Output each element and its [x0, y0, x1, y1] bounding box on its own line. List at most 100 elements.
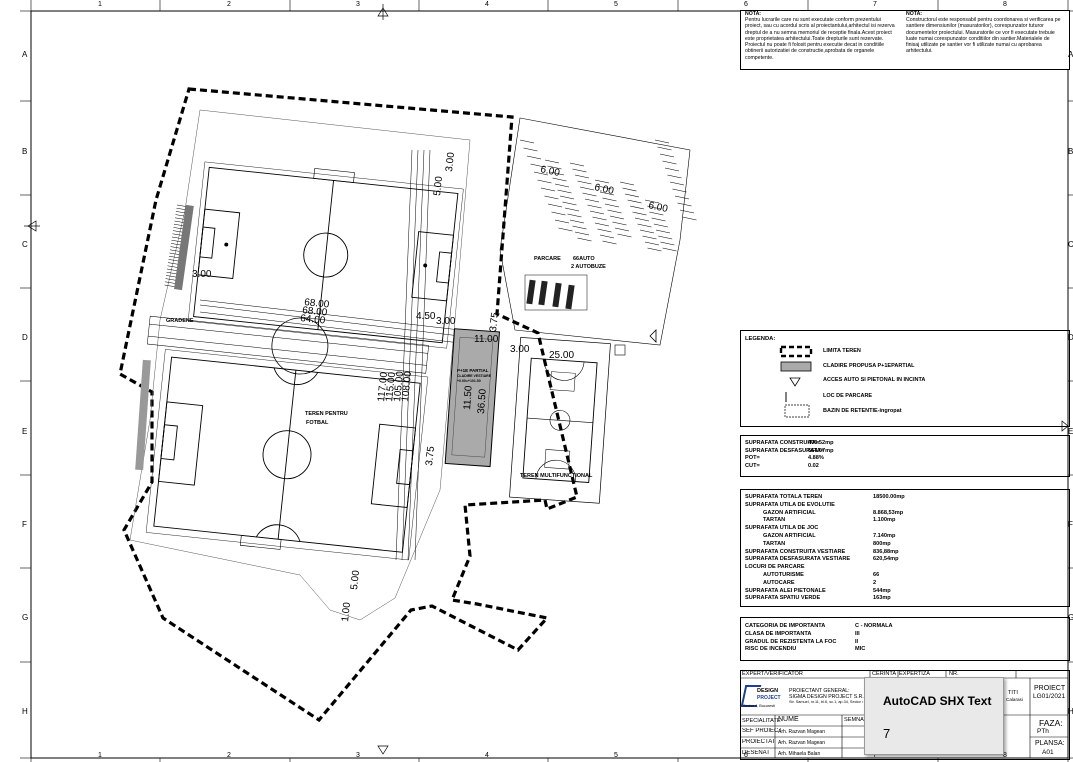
legend-item-bazin: BAZIN DE RETENTIE-ingropat: [823, 408, 902, 414]
dim-300-d: 3.00: [510, 344, 530, 355]
grid-column-label: 5: [614, 752, 618, 759]
label-gradene: GRADENE: [166, 318, 194, 324]
surface-label: SUPRAFATA DESFASURATA VESTIARE: [745, 556, 851, 563]
dim-1150: 11.50: [462, 385, 475, 410]
tb-specialitate: SPECIALITATE: [742, 718, 781, 724]
surface-label: GAZON ARTIFICIAL: [763, 509, 816, 516]
surface-label: SUPRAFATA TOTALA TEREN: [745, 494, 823, 500]
logo-sub: PROJECT: [757, 695, 781, 701]
grid-row-label: G: [1068, 613, 1073, 622]
tb-faza-label: FAZA:: [1039, 718, 1063, 728]
legend-item-parcare: LOC DE PARCARE: [823, 393, 873, 399]
grid-row-label: E: [22, 427, 28, 436]
grid-row-label: C: [1068, 240, 1073, 249]
grid-row-label: A: [22, 50, 28, 59]
tb-address: Str. Samuel, nr.11, bl.6, sc.1, ap.34, S…: [789, 700, 863, 704]
tb-plansa-label: PLANSA:: [1035, 740, 1065, 747]
label-cladire-1: P+1E PARTIAL: [457, 368, 489, 373]
grid-row-label: G: [22, 613, 29, 622]
grid-column-label: 2: [227, 1, 231, 8]
tb-desenat-name: Arh. Mihaela Balan: [778, 751, 821, 757]
grid-row-label: H: [1068, 707, 1073, 716]
surface-value: 836,88mp: [873, 548, 899, 555]
dim-3650: 36.50: [476, 388, 489, 414]
grid-column-label: 1: [98, 752, 102, 759]
tb-sef-proiect: SEF PROIECT: [742, 728, 783, 734]
indicator-label: CUT=: [745, 463, 760, 470]
classification-value: C - NORMALA: [855, 623, 893, 629]
tooltip-title: AutoCAD SHX Text: [883, 694, 992, 708]
grid-column-label: 8: [1003, 1, 1007, 8]
grid-column-label: 2: [227, 752, 231, 759]
tb-proiect-value: LG01/2021: [1033, 693, 1066, 700]
dim-10800: 108.00: [400, 370, 414, 402]
classification-value: MIC: [855, 646, 866, 653]
label-teren-fotbal-2: FOTBAL: [306, 420, 329, 426]
indicator-value: 4.88%: [808, 455, 824, 462]
dim-450: 4.50: [416, 311, 436, 322]
notes-right-text: Constructorul este responsabil pentru co…: [906, 17, 1061, 55]
classification-label: RISC DE INCENDIU: [745, 646, 797, 653]
dim-600-b: 6.00: [593, 182, 615, 197]
legend-item-limita: LIMITA TEREN: [823, 348, 861, 354]
classification-label: CLASA DE IMPORTANTA: [745, 630, 812, 637]
grid-column-label: 5: [614, 1, 618, 8]
grid-column-label: 7: [873, 1, 877, 8]
drawing-sheet: 6.00 6.00 6.00 3.00 5.00 3.00 68.00 68.0…: [0, 0, 1073, 762]
classification-label: GRADUL DE REZISTENTA LA FOC: [745, 638, 837, 645]
tb-proiectat-name: Arh. Razvan Magean: [778, 740, 825, 746]
surface-value: 620,54mp: [873, 556, 899, 563]
grid-row-label: E: [1068, 427, 1073, 436]
grid-row-label: D: [1068, 333, 1073, 342]
notes-left-text: Pentru lucrarile care nu sunt executate …: [745, 17, 895, 61]
notes-left: NOTA: Pentru lucrarile care nu sunt exec…: [745, 11, 895, 68]
dim-600-a: 6.00: [539, 164, 561, 179]
surface-value: 544mp: [873, 587, 891, 594]
dim-2500: 25.00: [549, 350, 574, 361]
logo-name: DESIGN: [757, 688, 779, 694]
grid-row-label: F: [1068, 520, 1073, 529]
label-teren-multi: TEREN MULTIFUNCTIONAL: [520, 473, 593, 479]
tb-expert: EXPERT/VERIFICATOR: [742, 671, 803, 677]
label-parcare: PARCARE: [534, 256, 561, 262]
label-autobuze: 2 AUTOBUZE: [571, 264, 606, 270]
surface-label: SUPRAFATA UTILA DE EVOLUTIE: [745, 501, 835, 508]
surface-label: GAZON ARTIFICIAL: [763, 533, 816, 539]
surface-label: SUPRAFATA ALEI PIETONALE: [745, 587, 826, 594]
dim-300-a: 3.00: [192, 269, 212, 280]
tb-sef-proiect-name: Arh. Razvan Magean: [778, 729, 825, 735]
grid-row-label: H: [22, 707, 28, 716]
tb-titlu-fragment2: Calarasi: [1006, 697, 1023, 702]
legend-item-cladire: CLADIRE PROPUSA P+1EPARTIAL: [823, 363, 915, 369]
dim-100: 1.00: [340, 601, 353, 622]
surface-label: AUTOTURISME: [763, 572, 804, 578]
grid-row-label: D: [22, 333, 28, 342]
tb-nume: NUME: [778, 716, 799, 723]
legend-item-acces: ACCES AUTO SI PIETONAL IN INCINTA: [823, 377, 926, 383]
tb-proiect-label: PROIECT: [1034, 685, 1066, 692]
surface-value: 1.100mp: [873, 517, 896, 524]
grid-column-label: 3: [356, 752, 360, 759]
surface-label: TARTAN: [763, 517, 786, 524]
indicator-value: 406.52mp: [808, 440, 834, 446]
label-cladire-2: CLADIRE VESTIARE: [457, 374, 492, 378]
dim-300-b: 3.00: [444, 151, 457, 172]
grid-column-label: 6: [744, 1, 748, 8]
grid-column-label: 4: [485, 752, 489, 759]
surface-value: 8.868,53mp: [873, 509, 904, 516]
grid-row-label: B: [22, 147, 28, 156]
indicator-label: POT=: [745, 455, 760, 462]
dim-500-b: 5.00: [349, 569, 362, 590]
surface-value: 7.140mp: [873, 533, 896, 539]
grid-row-label: C: [22, 240, 28, 249]
surface-value: 2: [873, 579, 877, 586]
surface-label: SUPRAFATA SPATIU VERDE: [745, 595, 821, 602]
grid-row-label: F: [22, 520, 27, 529]
tb-titlu-fragment: TITI: [1008, 690, 1018, 696]
dim-375-b: 3.75: [424, 445, 437, 466]
classification-label: CATEGORIA DE IMPORTANTA: [745, 623, 826, 629]
grid-column-label: 3: [356, 1, 360, 8]
surface-label: AUTOCARE: [763, 579, 795, 586]
company-logo: DESIGN PROJECT Sector 4, Bucuresti: [740, 685, 785, 711]
tb-proiectat: PROIECTAT: [742, 739, 776, 745]
